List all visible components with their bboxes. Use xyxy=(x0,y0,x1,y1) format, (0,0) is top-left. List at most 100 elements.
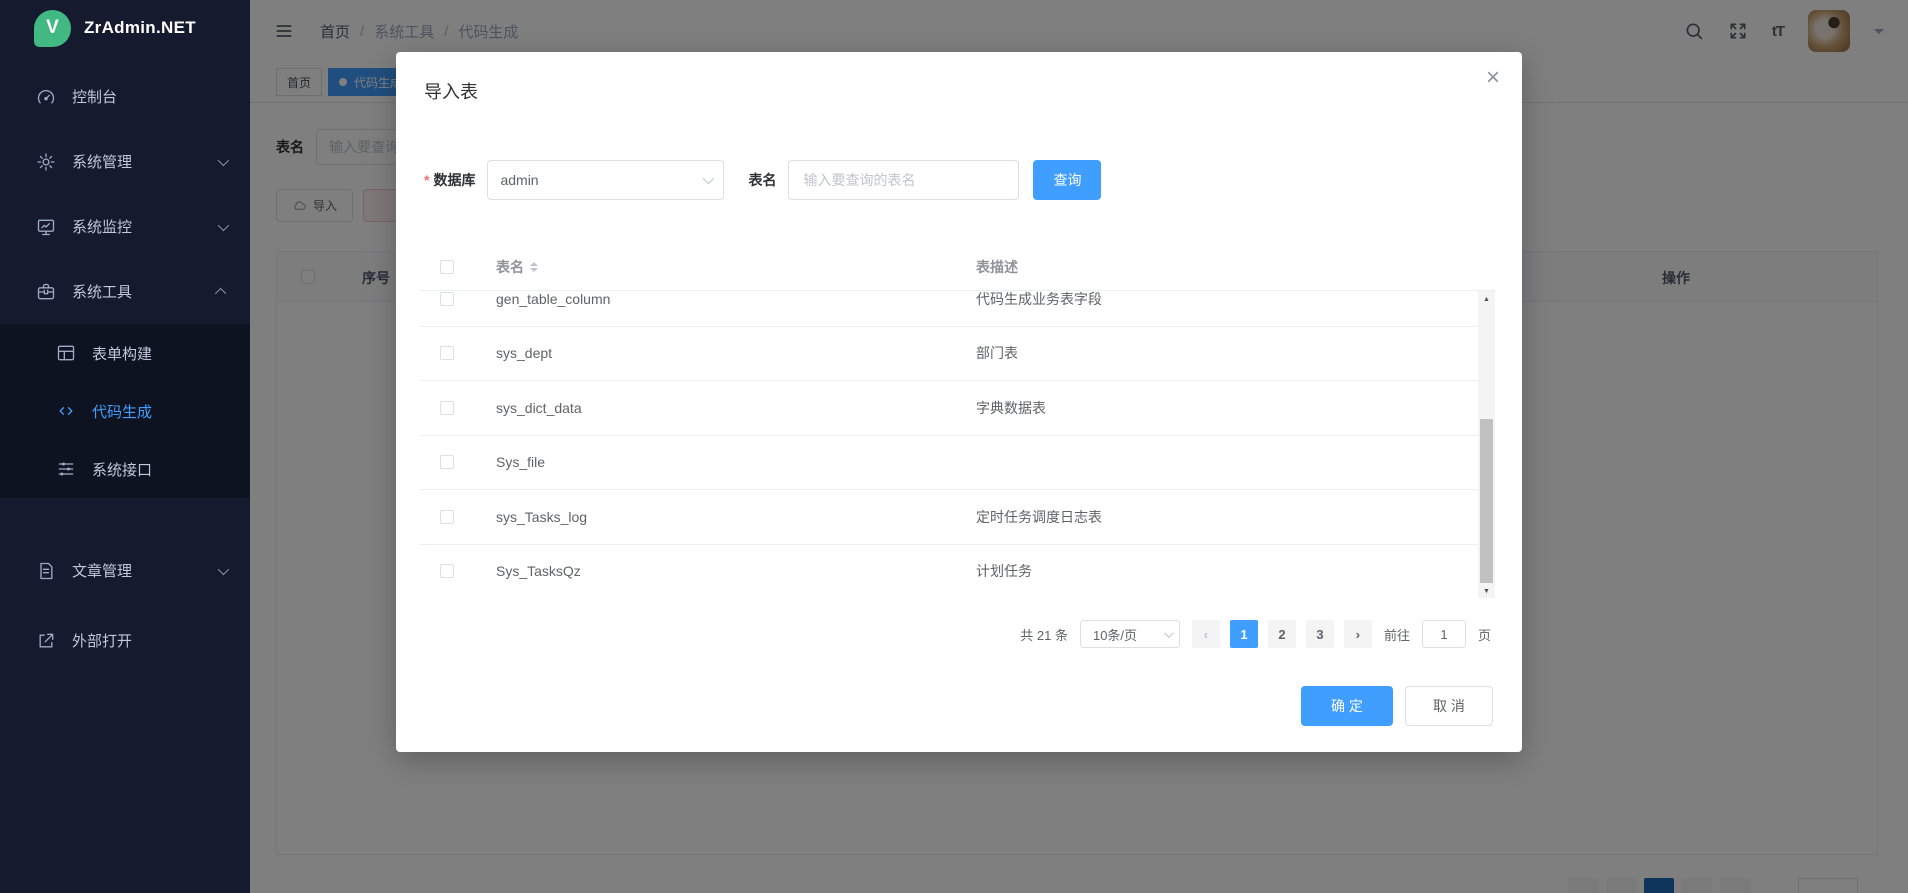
cell-table-desc: 定时任务调度日志表 xyxy=(976,507,1478,527)
form-grid-icon xyxy=(56,343,76,363)
toolbox-icon xyxy=(36,282,56,302)
sidebar-item-external-open[interactable]: 外部打开 xyxy=(0,608,250,673)
row-checkbox[interactable] xyxy=(440,564,454,578)
app-logo[interactable]: V ZrAdmin.NET xyxy=(0,0,250,56)
dashboard-icon xyxy=(36,87,56,107)
table-name-query-input[interactable] xyxy=(788,160,1019,200)
select-all-checkbox[interactable] xyxy=(440,260,454,274)
page-size-value: 10条/页 xyxy=(1093,625,1137,644)
sidebar-item-label: 系统管理 xyxy=(72,151,132,172)
gear-icon xyxy=(36,152,56,172)
chevron-down-icon xyxy=(218,562,226,579)
cell-table-desc: 字典数据表 xyxy=(976,398,1478,418)
app-window: V ZrAdmin.NET 控制台 系统管理 系统监控 系统工具 xyxy=(0,0,1908,893)
chevron-down-icon xyxy=(218,153,226,170)
cell-table-name: sys_Tasks_log xyxy=(496,509,976,525)
sidebar-item-label: 系统工具 xyxy=(72,281,132,302)
goto-label: 前往 xyxy=(1384,625,1410,644)
cell-table-name: Sys_file xyxy=(496,454,976,470)
sidebar-item-system-manage[interactable]: 系统管理 xyxy=(0,129,250,194)
table-row[interactable]: gen_table_column 代码生成业务表字段 xyxy=(420,290,1478,327)
sidebar-menu: 控制台 系统管理 系统监控 系统工具 表单构建 xyxy=(0,56,250,673)
sidebar-item-label: 代码生成 xyxy=(92,401,152,422)
required-mark: * xyxy=(424,172,429,188)
scroll-down-icon[interactable]: ▼ xyxy=(1478,583,1495,598)
confirm-button[interactable]: 确 定 xyxy=(1301,686,1393,726)
sidebar: V ZrAdmin.NET 控制台 系统管理 系统监控 系统工具 xyxy=(0,0,250,893)
cancel-button[interactable]: 取 消 xyxy=(1405,686,1493,726)
database-select-value: admin xyxy=(500,172,538,188)
sliders-icon xyxy=(56,459,76,479)
cell-table-name: sys_dict_data xyxy=(496,400,976,416)
page-button-2[interactable]: 2 xyxy=(1268,620,1296,648)
sidebar-item-dashboard[interactable]: 控制台 xyxy=(0,64,250,129)
chevron-down-icon xyxy=(218,218,226,235)
sidebar-item-label: 控制台 xyxy=(72,86,117,107)
table-name-label: 表名 xyxy=(748,170,776,190)
sidebar-item-label: 系统监控 xyxy=(72,216,132,237)
cell-table-name: gen_table_column xyxy=(496,291,976,307)
database-select[interactable]: admin xyxy=(487,160,724,200)
dialog-footer: 确 定 取 消 xyxy=(1301,686,1493,726)
goto-page-input[interactable] xyxy=(1422,620,1466,648)
table-row[interactable]: sys_Tasks_log 定时任务调度日志表 xyxy=(420,490,1478,545)
table-row[interactable]: sys_dept 部门表 xyxy=(420,327,1478,382)
sidebar-item-system-api[interactable]: 系统接口 xyxy=(0,440,250,498)
page-button-3[interactable]: 3 xyxy=(1306,620,1334,648)
monitor-icon xyxy=(36,217,56,237)
cell-table-desc: 代码生成业务表字段 xyxy=(976,290,1478,309)
dialog-query-form: * 数据库 admin 表名 查询 xyxy=(424,160,1101,200)
table-row[interactable]: sys_dict_data 字典数据表 xyxy=(420,381,1478,436)
goto-unit: 页 xyxy=(1478,625,1491,644)
dialog-title: 导入表 xyxy=(424,78,478,104)
scrollbar-thumb[interactable] xyxy=(1480,419,1493,583)
scroll-up-icon[interactable]: ▲ xyxy=(1478,291,1495,307)
dialog-table-scroll-area: gen_table_column 代码生成业务表字段 sys_dept 部门表 … xyxy=(420,290,1495,598)
query-button[interactable]: 查询 xyxy=(1033,160,1101,200)
cell-table-name: Sys_TasksQz xyxy=(496,563,976,579)
cell-table-desc: 部门表 xyxy=(976,343,1478,363)
code-icon xyxy=(56,401,76,421)
sort-caret-icon[interactable] xyxy=(530,262,538,272)
next-page-button[interactable]: › xyxy=(1344,620,1372,648)
table-row[interactable]: Sys_file xyxy=(420,436,1478,491)
row-checkbox[interactable] xyxy=(440,346,454,360)
row-checkbox[interactable] xyxy=(440,401,454,415)
cell-table-name: sys_dept xyxy=(496,345,976,361)
import-table-dialog: 导入表 × * 数据库 admin 表名 查询 表名 表描述 xyxy=(396,52,1522,752)
pagination-total: 共 21 条 xyxy=(1020,625,1068,644)
scrollbar: ▲ ▼ xyxy=(1478,291,1495,598)
sidebar-item-form-builder[interactable]: 表单构建 xyxy=(0,324,250,382)
logo-badge-icon: V xyxy=(34,10,71,47)
sidebar-item-article-manage[interactable]: 文章管理 xyxy=(0,538,250,603)
pager-group: ‹ 1 2 3 › xyxy=(1192,620,1372,648)
document-icon xyxy=(36,561,56,581)
cell-table-desc: 计划任务 xyxy=(976,561,1478,581)
sidebar-item-system-tools[interactable]: 系统工具 xyxy=(0,259,250,324)
prev-page-button[interactable]: ‹ xyxy=(1192,620,1220,648)
sidebar-item-label: 文章管理 xyxy=(72,560,132,581)
close-icon[interactable]: × xyxy=(1486,66,1500,90)
database-label: 数据库 xyxy=(433,170,475,190)
table-row[interactable]: Sys_TasksQz 计划任务 xyxy=(420,545,1478,599)
sidebar-item-code-generator[interactable]: 代码生成 xyxy=(0,382,250,440)
column-header-table-name[interactable]: 表名 xyxy=(496,257,524,277)
dialog-table-body: gen_table_column 代码生成业务表字段 sys_dept 部门表 … xyxy=(420,290,1478,598)
dialog-table-header: 表名 表描述 xyxy=(420,244,1495,290)
chevron-down-icon xyxy=(1164,628,1174,638)
external-link-icon xyxy=(36,631,56,651)
row-checkbox[interactable] xyxy=(440,510,454,524)
row-checkbox[interactable] xyxy=(440,292,454,306)
chevron-down-icon xyxy=(703,173,714,184)
column-header-table-desc: 表描述 xyxy=(976,257,1495,277)
page-size-select[interactable]: 10条/页 xyxy=(1080,620,1180,648)
sidebar-item-label: 系统接口 xyxy=(92,459,152,480)
chevron-up-icon xyxy=(218,283,226,300)
sidebar-item-label: 表单构建 xyxy=(92,343,152,364)
app-title: ZrAdmin.NET xyxy=(84,18,196,38)
sidebar-item-system-monitor[interactable]: 系统监控 xyxy=(0,194,250,259)
row-checkbox[interactable] xyxy=(440,455,454,469)
sidebar-submenu-tools: 表单构建 代码生成 系统接口 xyxy=(0,324,250,498)
page-button-1[interactable]: 1 xyxy=(1230,620,1258,648)
dialog-pagination: 共 21 条 10条/页 ‹ 1 2 3 › 前往 页 xyxy=(1020,620,1491,648)
